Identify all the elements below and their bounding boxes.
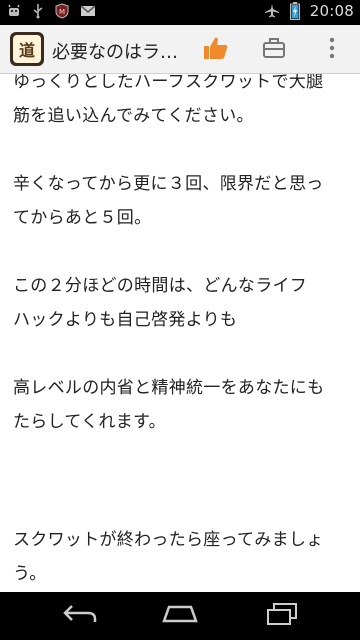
paragraph-4-line-1: 高レベルの内省と精神統一をあなたにも bbox=[13, 378, 325, 398]
recent-apps-icon bbox=[265, 602, 299, 630]
mcafee-icon: M bbox=[54, 3, 70, 19]
app-icon[interactable]: 道 bbox=[10, 32, 44, 66]
home-button[interactable] bbox=[150, 600, 210, 632]
paragraph-5-line-1: スクワットが終わったら座ってみましょ bbox=[13, 530, 324, 550]
app-logo: 道 bbox=[13, 35, 41, 63]
paragraph-2-line-1: 辛くなってから更に３回、限界だと思っ bbox=[13, 174, 324, 194]
overflow-menu-button[interactable] bbox=[312, 35, 352, 65]
overflow-menu-icon bbox=[329, 37, 335, 63]
paragraph-1-line-1: ゆっくりとしたハーフスクワットで大腿 bbox=[13, 74, 324, 92]
recent-apps-button[interactable] bbox=[252, 600, 312, 632]
usb-icon bbox=[32, 3, 44, 19]
briefcase-icon bbox=[262, 37, 286, 63]
airplane-mode-icon bbox=[264, 3, 280, 19]
article-content[interactable]: ゆっくりとしたハーフスクワットで大腿 筋を追い込んでみてください。 辛くなってか… bbox=[0, 74, 360, 592]
paragraph-5-line-2: う。 bbox=[13, 564, 47, 584]
svg-text:M: M bbox=[59, 8, 65, 16]
paragraph-3-line-2: ハックよりも自己啓発よりも bbox=[13, 310, 238, 330]
battery-charging-icon bbox=[289, 2, 300, 20]
paragraph-1-line-2: 筋を追い込んでみてください。 bbox=[13, 106, 254, 126]
home-icon bbox=[161, 604, 199, 628]
back-icon bbox=[62, 603, 98, 629]
gmail-icon bbox=[80, 4, 96, 18]
status-time: 20:08 bbox=[309, 2, 354, 20]
paragraph-2-line-2: てからあと５回。 bbox=[13, 208, 152, 228]
android-debug-icon bbox=[6, 3, 22, 19]
back-button[interactable] bbox=[50, 600, 110, 632]
app-logo-text: 道 bbox=[18, 41, 35, 60]
like-button[interactable] bbox=[196, 35, 236, 65]
status-bar: M 20:08 bbox=[0, 0, 360, 25]
paragraph-4-line-2: たらしてくれます。 bbox=[13, 412, 166, 432]
navigation-bar bbox=[0, 592, 360, 640]
page-title: 必要なのはラ… bbox=[52, 42, 178, 62]
share-button[interactable] bbox=[254, 35, 294, 65]
thumbs-up-icon bbox=[203, 36, 229, 64]
action-bar: 道 必要なのはラ… bbox=[0, 25, 360, 74]
paragraph-3-line-1: この２分ほどの時間は、どんなライフ bbox=[13, 276, 308, 296]
